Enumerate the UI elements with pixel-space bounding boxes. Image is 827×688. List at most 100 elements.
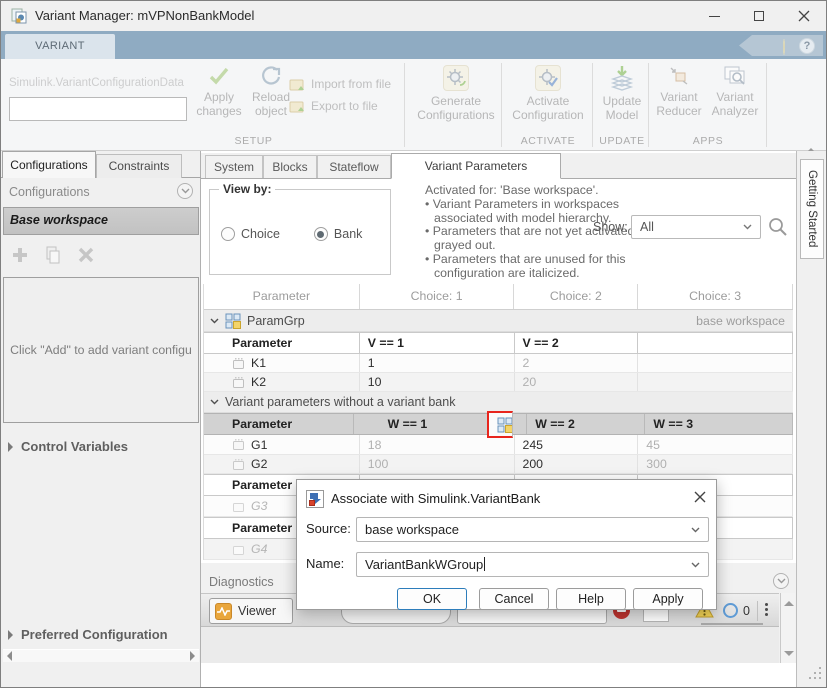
tab-variant-manager[interactable]: VARIANT MANAGER xyxy=(5,34,115,59)
tab-getting-started[interactable]: Getting Started xyxy=(800,159,824,259)
scroll-right-icon xyxy=(190,651,195,661)
dialog-close-button[interactable] xyxy=(693,490,707,507)
update-model-button[interactable]: Update Model xyxy=(596,65,648,122)
add-configuration-button[interactable] xyxy=(7,243,33,267)
column-header[interactable]: Parameter xyxy=(204,284,360,309)
left-panel: Configurations Constraints Configuration… xyxy=(1,151,201,688)
table-row-g1[interactable]: G1 18 245 45 xyxy=(204,435,793,455)
horizontal-scrollbar[interactable] xyxy=(3,649,199,662)
variant-analyzer-icon xyxy=(723,65,747,87)
subheader-row-selected[interactable]: Parameter W == 1 W == 2 W == 3 xyxy=(204,413,793,435)
variant-bank-icon xyxy=(497,417,512,433)
control-variables-section[interactable]: Control Variables xyxy=(8,439,128,454)
update-model-icon xyxy=(610,65,634,91)
config-class-label: Simulink.VariantConfigurationData xyxy=(9,77,184,89)
reload-object-button[interactable]: Reload object xyxy=(247,65,295,118)
main-tabbar: System Blocks Stateflow Variant Paramete… xyxy=(201,153,796,179)
reload-icon xyxy=(260,65,282,87)
search-icon[interactable] xyxy=(767,216,789,238)
toolbar-separator xyxy=(757,601,758,621)
app-icon xyxy=(11,8,28,28)
import-from-file-button[interactable]: Import from file xyxy=(289,77,391,91)
active-filter-underline xyxy=(701,623,763,625)
text-cursor xyxy=(484,557,485,571)
show-dropdown[interactable]: All xyxy=(631,215,761,239)
ribbon-separator xyxy=(404,63,405,147)
dialog-title: Associate with Simulink.VariantBank xyxy=(331,491,540,506)
diagnostics-title: Diagnostics xyxy=(209,575,274,589)
apply-button[interactable]: Apply xyxy=(633,588,703,610)
copy-configuration-button[interactable] xyxy=(40,243,66,267)
import-icon xyxy=(289,78,306,91)
table-row-k1[interactable]: K1 1 2 xyxy=(204,354,793,373)
help-icon[interactable] xyxy=(799,38,815,54)
check-icon xyxy=(208,65,230,87)
scroll-up-icon xyxy=(784,601,794,606)
list-item-base-workspace[interactable]: Base workspace xyxy=(4,208,198,234)
close-button[interactable] xyxy=(789,1,819,31)
config-name-input[interactable] xyxy=(9,97,187,121)
activate-configuration-icon xyxy=(535,65,561,91)
minimize-button[interactable] xyxy=(699,1,729,31)
ribbon-separator xyxy=(592,63,593,147)
tab-viewer[interactable]: Viewer xyxy=(209,598,293,624)
section-activate: ACTIVATE xyxy=(505,135,591,147)
plus-icon xyxy=(11,246,29,264)
close-icon xyxy=(693,490,707,504)
generate-configurations-button[interactable]: Generate Configurations xyxy=(411,65,501,122)
collapse-diagnostics-button[interactable] xyxy=(773,573,789,589)
resize-grip[interactable] xyxy=(809,667,823,681)
export-to-file-button[interactable]: Export to file xyxy=(289,99,378,113)
collapse-ribbon-button[interactable] xyxy=(806,134,822,146)
collapse-section-button[interactable] xyxy=(177,183,193,199)
ribbon: Simulink.VariantConfigurationData Apply … xyxy=(1,59,826,151)
copy-icon xyxy=(45,246,61,264)
subheader-row[interactable]: Parameter V == 1 V == 2 xyxy=(204,332,793,354)
tab-system[interactable]: System xyxy=(205,155,263,178)
chevron-down-icon xyxy=(691,562,700,568)
ribbon-separator xyxy=(766,63,767,147)
chevron-down-icon xyxy=(691,527,700,533)
lightbulb-icon[interactable] xyxy=(783,40,792,51)
diagnostic-count: 0 xyxy=(743,604,750,618)
radio-bank[interactable]: Bank xyxy=(314,227,363,241)
group-row-no-bank[interactable]: Variant parameters without a variant ban… xyxy=(204,392,793,413)
tab-configurations[interactable]: Configurations xyxy=(2,151,96,178)
table-row-k2[interactable]: K2 10 20 xyxy=(204,373,793,392)
apply-changes-button[interactable]: Apply changes xyxy=(195,65,243,118)
delete-configuration-button[interactable] xyxy=(73,243,99,267)
ok-button[interactable]: OK xyxy=(397,588,467,610)
scroll-down-icon xyxy=(784,651,794,656)
column-header[interactable]: Choice: 1 xyxy=(360,284,515,309)
tab-constraints[interactable]: Constraints xyxy=(96,154,182,178)
associate-variant-bank-button[interactable] xyxy=(487,411,513,438)
configuration-toolbar xyxy=(7,243,99,267)
radio-selected-icon xyxy=(314,227,328,241)
help-button[interactable]: Help xyxy=(556,588,626,610)
parameter-icon xyxy=(232,543,245,556)
tab-stateflow[interactable]: Stateflow xyxy=(317,155,391,178)
activate-configuration-button[interactable]: Activate Configuration xyxy=(505,65,591,122)
vertical-scrollbar[interactable] xyxy=(780,593,795,663)
tab-variant-parameters[interactable]: Variant Parameters xyxy=(391,153,561,179)
name-combobox[interactable]: VariantBankWGroup xyxy=(356,552,709,577)
radio-choice[interactable]: Choice xyxy=(221,227,280,241)
maximize-button[interactable] xyxy=(744,1,774,31)
source-dropdown[interactable]: base workspace xyxy=(356,517,709,542)
parameter-icon xyxy=(232,438,245,451)
variant-bank-icon xyxy=(225,313,241,329)
column-header[interactable]: Choice: 3 xyxy=(638,284,793,309)
group-row-paramgrp[interactable]: ParamGrp base workspace xyxy=(204,310,793,332)
tab-blocks[interactable]: Blocks xyxy=(263,155,317,178)
group-workspace: base workspace xyxy=(696,314,793,328)
more-options-icon[interactable] xyxy=(765,603,768,616)
preferred-configuration-section[interactable]: Preferred Configuration xyxy=(8,627,168,642)
cancel-button[interactable]: Cancel xyxy=(479,588,549,610)
variant-reducer-button[interactable]: Variant Reducer xyxy=(653,65,705,118)
table-row-g2[interactable]: G2 100 200 300 xyxy=(204,455,793,474)
column-header[interactable]: Choice: 2 xyxy=(514,284,638,309)
chevron-down-icon xyxy=(743,224,752,230)
variant-analyzer-button[interactable]: Variant Analyzer xyxy=(707,65,763,118)
window-title: Variant Manager: mVPNonBankModel xyxy=(35,1,254,31)
info-count-icon[interactable] xyxy=(723,603,738,618)
